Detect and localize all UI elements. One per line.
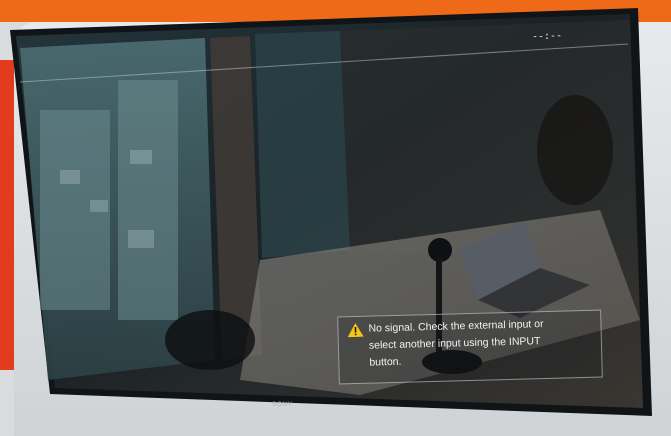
reflection-window-right bbox=[255, 31, 350, 258]
tv-brand-logo: SONY bbox=[272, 402, 294, 408]
message-line-1: No signal. Check the external input or bbox=[368, 318, 544, 335]
reflection-buildings bbox=[40, 80, 178, 320]
top-right-indicator: --:-- bbox=[532, 30, 563, 43]
no-signal-message-box: No signal. Check the external input or s… bbox=[337, 309, 603, 385]
warning-triangle-icon bbox=[347, 322, 364, 338]
reflection-chair bbox=[165, 310, 255, 370]
no-signal-message: No signal. Check the external input or s… bbox=[368, 315, 595, 372]
